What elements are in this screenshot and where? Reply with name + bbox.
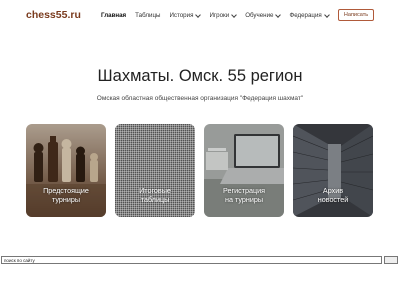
nav-item-label: Таблицы <box>135 12 161 19</box>
nav-item-federation[interactable]: Федерация <box>289 11 330 19</box>
page-subtitle: Омская областная общественная организаци… <box>96 95 304 102</box>
nav-item-label: Игроки <box>209 12 230 19</box>
card-label: Регистрация на турниры <box>222 186 265 204</box>
nav-item-label: Федерация <box>289 12 322 19</box>
site-logo[interactable]: chess55.ru <box>26 9 81 21</box>
site-header: chess55.ru Главная Таблицы История Игрок… <box>0 0 400 32</box>
nav-item-history[interactable]: История <box>169 11 202 19</box>
nav-item-label: История <box>169 12 194 19</box>
search-field <box>1 256 382 264</box>
card-label: Архив новостей <box>317 186 349 204</box>
card-tournament-registration[interactable]: Регистрация на турниры <box>204 124 284 217</box>
card-upcoming-tournaments[interactable]: Предстоящие турниры <box>26 124 106 217</box>
search-input[interactable] <box>2 257 381 263</box>
chevron-down-icon <box>323 11 330 18</box>
search-button[interactable] <box>384 256 398 264</box>
nav-item-home[interactable]: Главная <box>101 12 126 19</box>
chevron-down-icon <box>275 11 282 18</box>
card-label: Итоговые таблицы <box>139 186 171 204</box>
nav-item-tables[interactable]: Таблицы <box>135 12 160 19</box>
write-button[interactable]: Написать <box>338 9 374 21</box>
nav-item-label: Главная <box>101 12 127 19</box>
chevron-down-icon <box>195 11 202 18</box>
nav-item-players[interactable]: Игроки <box>209 11 238 19</box>
nav-item-label: Обучение <box>245 12 274 19</box>
card-final-tables[interactable]: Итоговые таблицы <box>115 124 195 217</box>
page-title: Шахматы. Омск. 55 регион <box>97 67 303 85</box>
chevron-down-icon <box>231 11 238 18</box>
card-news-archive[interactable]: Архив новостей <box>293 124 373 217</box>
main-nav: Главная Таблицы История Игроки Обучение … <box>101 11 330 19</box>
card-label: Предстоящие турниры <box>43 186 89 204</box>
nav-item-training[interactable]: Обучение <box>245 11 282 19</box>
